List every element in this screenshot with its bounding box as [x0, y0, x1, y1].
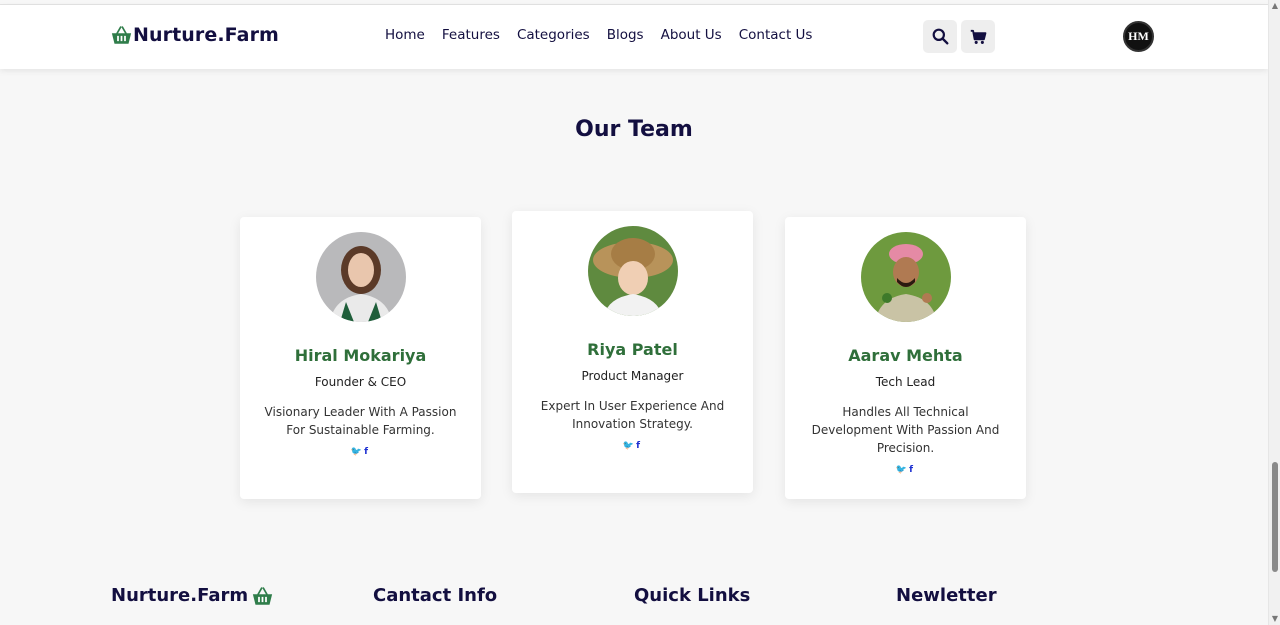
social-links: 🐦f — [240, 447, 481, 457]
social-links: 🐦f — [512, 441, 753, 451]
twitter-icon[interactable]: 🐦 — [351, 447, 364, 457]
shopping-basket-icon — [253, 586, 273, 605]
social-links: 🐦f — [785, 465, 1026, 475]
scroll-down-icon[interactable]: ▼ — [1271, 615, 1279, 623]
facebook-icon[interactable]: f — [364, 447, 370, 457]
nav-blogs[interactable]: Blogs — [607, 27, 644, 43]
member-role: Founder & CEO — [314, 375, 407, 389]
brand-name: Nurture.Farm — [133, 24, 279, 46]
section-title: Our Team — [575, 117, 693, 142]
main-nav: Home Features Categories Blogs About Us … — [385, 27, 829, 43]
team-card: Riya Patel Product Manager Expert In Use… — [512, 211, 753, 493]
footer-contact-heading: Cantact Info — [373, 585, 498, 606]
search-button[interactable] — [923, 20, 957, 53]
member-role: Product Manager — [581, 369, 684, 383]
member-name: Aarav Mehta — [848, 346, 963, 365]
twitter-icon[interactable]: 🐦 — [896, 465, 909, 475]
facebook-icon[interactable]: f — [636, 441, 642, 451]
shopping-basket-icon — [111, 26, 132, 44]
cart-button[interactable] — [961, 20, 995, 53]
nav-home[interactable]: Home — [385, 27, 425, 43]
avatar-initials: HM — [1128, 29, 1149, 43]
twitter-icon[interactable]: 🐦 — [623, 441, 636, 451]
user-avatar[interactable]: HM — [1123, 21, 1154, 52]
member-description: Expert In User Experience And Innovation… — [540, 399, 725, 431]
footer-quick-links-heading: Quick Links — [634, 585, 751, 606]
nav-features[interactable]: Features — [442, 27, 500, 43]
site-header: Nurture.Farm Home Features Categories Bl… — [0, 5, 1268, 69]
brand-logo[interactable]: Nurture.Farm — [111, 24, 279, 46]
team-photo — [315, 232, 406, 322]
team-photo — [587, 226, 678, 316]
member-name: Hiral Mokariya — [294, 346, 427, 365]
nav-contact-us[interactable]: Contact Us — [739, 27, 813, 43]
footer-newsletter-heading: Newletter — [896, 585, 997, 606]
nav-categories[interactable]: Categories — [517, 27, 590, 43]
page-scrollbar[interactable]: ▲ ▼ — [1268, 0, 1280, 625]
team-card: Aarav Mehta Tech Lead Handles All Techni… — [785, 217, 1026, 499]
scroll-up-icon[interactable]: ▲ — [1271, 2, 1279, 10]
nav-about-us[interactable]: About Us — [661, 27, 722, 43]
footer-brand: Nurture.Farm — [111, 585, 273, 606]
facebook-icon[interactable]: f — [909, 465, 915, 475]
search-icon — [932, 28, 948, 45]
member-description: Handles All Technical Development With P… — [811, 405, 1000, 455]
cart-icon — [970, 29, 986, 44]
scrollbar-thumb[interactable] — [1272, 462, 1278, 572]
member-name: Riya Patel — [587, 340, 678, 359]
member-role: Tech Lead — [875, 375, 936, 389]
team-photo — [860, 232, 951, 322]
team-card: Hiral Mokariya Founder & CEO Visionary L… — [240, 217, 481, 499]
member-description: Visionary Leader With A Passion For Sust… — [264, 405, 457, 437]
footer-brand-name: Nurture.Farm — [111, 585, 249, 606]
